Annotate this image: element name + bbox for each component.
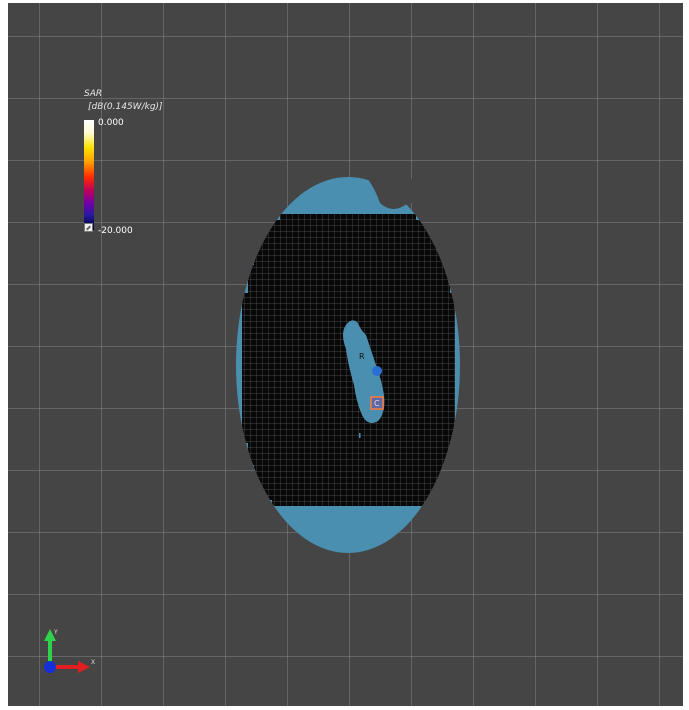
z-axis-icon: [44, 661, 56, 673]
sar-3d-viewport[interactable]: R C Y X SAR [dB(0.145W/kg)] 0.000 -20.00…: [8, 3, 683, 706]
sar-color-legend: SAR [dB(0.145W/kg)] 0.000 -20.000: [84, 89, 204, 239]
legend-colorbar: [84, 120, 94, 230]
origin-tick: [359, 433, 361, 438]
x-axis-label: X: [91, 659, 95, 666]
x-axis-arrowhead-icon: [78, 661, 90, 673]
legend-title: SAR: [84, 89, 103, 99]
legend-toggle-icon[interactable]: [84, 223, 93, 232]
legend-unit: [dB(0.145W/kg)]: [88, 102, 163, 112]
legend-min-value: -20.000: [98, 226, 133, 236]
axis-triad[interactable]: Y X: [44, 629, 95, 673]
probe-marker[interactable]: [372, 366, 382, 376]
cursor-label: C: [374, 399, 380, 408]
legend-max-value: 0.000: [98, 118, 124, 128]
probe-label: R: [359, 352, 365, 361]
y-axis-label: Y: [53, 629, 58, 636]
